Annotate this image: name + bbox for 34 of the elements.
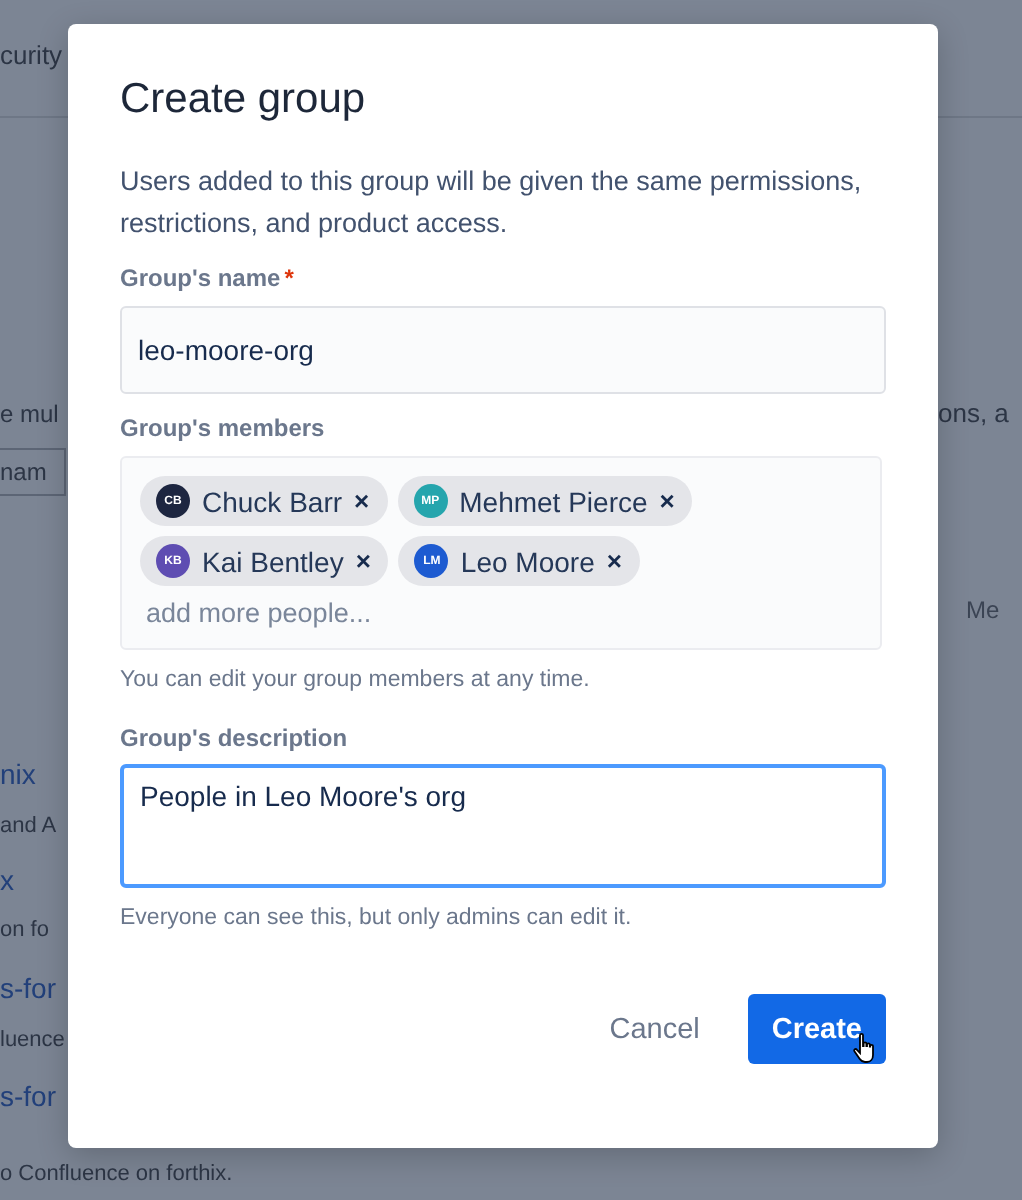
- add-people-input-field[interactable]: add more people...: [140, 598, 746, 628]
- description-input-field[interactable]: People in Leo Moore's org: [120, 764, 886, 888]
- required-mark: *: [284, 264, 294, 292]
- dialog-title: Create group: [120, 76, 368, 124]
- column-header: Me: [964, 594, 1002, 626]
- page-field[interactable]: nam: [0, 448, 66, 496]
- page-link[interactable]: s-for: [0, 972, 68, 1004]
- member-name: Chuck Barr: [202, 485, 343, 517]
- name-input-field[interactable]: leo-moore-org: [120, 306, 886, 394]
- page-text: on fo: [0, 916, 51, 946]
- page-link[interactable]: s-for: [0, 1080, 68, 1112]
- page-text: luence: [0, 1026, 67, 1056]
- field-label: Group's members: [120, 414, 327, 442]
- page-text: ons, a: [938, 398, 1011, 430]
- helper-text: Everyone can see this, but only admins can edit it.: [120, 906, 634, 930]
- remove-button[interactable]: ×: [606, 548, 622, 574]
- remove-button[interactable]: ×: [659, 488, 675, 514]
- member-name: Mehmet Pierce: [459, 485, 648, 517]
- remove-button[interactable]: ×: [355, 548, 371, 574]
- dialog-description: Users added to this group will be given the same permissions, restrictions, and product access.: [120, 164, 864, 242]
- page-tab[interactable]: curity: [0, 40, 68, 72]
- page-text: o Confluence on forthix.: [0, 1162, 233, 1186]
- member-name: Leo Moore: [460, 545, 595, 577]
- helper-text: You can edit your group members at any time.: [120, 668, 592, 692]
- field-label: Group's name *: [120, 264, 296, 292]
- field-label: Group's description: [120, 724, 350, 752]
- page-text: and A: [0, 812, 59, 842]
- cancel-button[interactable]: Cancel: [585, 994, 724, 1064]
- remove-button[interactable]: ×: [354, 488, 370, 514]
- create-button[interactable]: Create: [747, 994, 886, 1064]
- page-link[interactable]: nix: [0, 758, 68, 790]
- page-text: e mul: [0, 398, 61, 430]
- page-link[interactable]: x: [0, 864, 68, 896]
- member-name: Kai Bentley: [202, 545, 344, 577]
